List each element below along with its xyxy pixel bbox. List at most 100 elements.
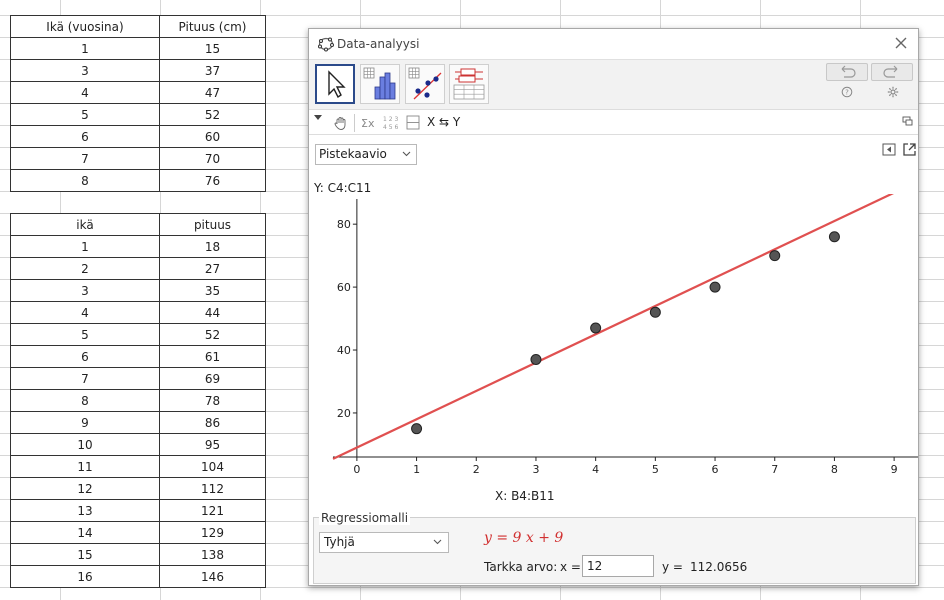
data-point [709, 281, 721, 293]
table1-cell[interactable]: 1 [10, 37, 160, 60]
detach-view-icon[interactable] [902, 116, 913, 126]
table2-cell[interactable]: 86 [159, 411, 266, 434]
table2-cell[interactable]: 78 [159, 389, 266, 412]
table2-cell[interactable]: 15 [10, 543, 160, 566]
split-view-icon[interactable] [406, 115, 420, 131]
redo-button[interactable] [871, 63, 913, 81]
swap-xy-button[interactable]: X ⇆ Y [427, 115, 460, 129]
table2-cell[interactable]: 10 [10, 433, 160, 456]
move-tool-button[interactable] [315, 64, 355, 104]
table1-cell[interactable]: 52 [159, 103, 266, 126]
table2-cell[interactable]: 138 [159, 543, 266, 566]
table2-cell[interactable]: 95 [159, 433, 266, 456]
table1-cell[interactable]: 8 [10, 169, 160, 192]
y-tick-label: 80 [337, 218, 351, 231]
table-row: 11 104 [10, 455, 266, 478]
table2-cell[interactable]: 3 [10, 279, 160, 302]
gear-icon[interactable] [887, 86, 899, 98]
regression-model-select[interactable]: Tyhjä [319, 532, 449, 553]
regression-title: Regressiomalli [319, 511, 411, 525]
table2-cell[interactable]: 6 [10, 345, 160, 368]
x-tick-label: 2 [473, 463, 480, 476]
undo-button[interactable] [826, 63, 868, 81]
x-tick-label: 3 [532, 463, 539, 476]
table-row: 2 27 [10, 257, 266, 280]
table2-cell[interactable]: 44 [159, 301, 266, 324]
table-row: 6 61 [10, 345, 266, 368]
table1-cell[interactable]: 70 [159, 147, 266, 170]
table2-header-cell[interactable]: ikä [10, 213, 160, 236]
table2-cell[interactable]: 13 [10, 499, 160, 522]
boxplot-table-icon [453, 68, 485, 100]
table2-cell[interactable]: 7 [10, 367, 160, 390]
plot-type-select[interactable]: Pistekaavio [315, 144, 417, 165]
y-value-output: 112.0656 [690, 560, 748, 574]
one-variable-analysis-button[interactable] [360, 64, 400, 104]
table-row: 9 86 [10, 411, 266, 434]
table2-cell[interactable]: 14 [10, 521, 160, 544]
scatter-plot[interactable]: 0 1 2 3 4 5 6 7 8 9 20 40 60 80 [309, 194, 920, 494]
x-value-input[interactable]: 12 [582, 555, 654, 577]
data-point [649, 306, 661, 318]
dialog-titlebar[interactable]: Data-analyysi [309, 29, 918, 59]
x-tick-label: 1 [413, 463, 420, 476]
table1-cell[interactable]: 3 [10, 59, 160, 82]
help-icon[interactable]: ? [841, 86, 853, 98]
table-row: 6 60 [10, 125, 266, 148]
table-row: 3 35 [10, 279, 266, 302]
chevron-down-icon [402, 151, 411, 157]
table2-cell[interactable]: 8 [10, 389, 160, 412]
table1-cell[interactable]: 60 [159, 125, 266, 148]
geogebra-logo-icon [318, 37, 334, 52]
table2-cell[interactable]: 112 [159, 477, 266, 500]
table2-cell[interactable]: 69 [159, 367, 266, 390]
table2-cell[interactable]: 4 [10, 301, 160, 324]
table2-cell[interactable]: 52 [159, 323, 266, 346]
table2-cell[interactable]: 146 [159, 565, 266, 588]
table1-cell[interactable]: 15 [159, 37, 266, 60]
x-tick-label: 9 [891, 463, 898, 476]
table2-cell[interactable]: 18 [159, 235, 266, 258]
table-row: 8 76 [10, 169, 266, 192]
data-grid-icon[interactable]: 1 2 3 4 5 6 [382, 114, 400, 132]
multi-variable-analysis-button[interactable] [449, 64, 489, 104]
export-icon[interactable] [902, 142, 917, 157]
scatter-regression-icon [408, 67, 442, 100]
statistics-sigma-icon[interactable]: Σx [361, 115, 379, 131]
triangle-down-icon[interactable] [313, 114, 323, 122]
table2-cell[interactable]: 129 [159, 521, 266, 544]
data-table-2: ikä pituus 1 18 2 27 3 35 4 44 5 52 6 61 7 69 8 78 9 86 10 95… [10, 213, 266, 588]
collapse-panel-icon[interactable] [882, 143, 896, 156]
redo-icon [883, 65, 898, 78]
table1-cell[interactable]: 37 [159, 59, 266, 82]
table1-cell[interactable]: 76 [159, 169, 266, 192]
table2-cell[interactable]: 35 [159, 279, 266, 302]
table1-header-cell[interactable]: Ikä (vuosina) [10, 15, 160, 38]
table1-cell[interactable]: 4 [10, 81, 160, 104]
table2-cell[interactable]: 2 [10, 257, 160, 280]
table2-cell[interactable]: 9 [10, 411, 160, 434]
drag-hand-icon[interactable] [333, 115, 349, 131]
table1-cell[interactable]: 47 [159, 81, 266, 104]
table1-header-cell[interactable]: Pituus (cm) [159, 15, 266, 38]
x-tick-label: 0 [353, 463, 360, 476]
table2-cell[interactable]: 5 [10, 323, 160, 346]
table2-cell[interactable]: 12 [10, 477, 160, 500]
table2-cell[interactable]: 27 [159, 257, 266, 280]
table2-cell[interactable]: 61 [159, 345, 266, 368]
close-icon[interactable] [892, 34, 910, 52]
plot-options-bar: Pistekaavio [309, 135, 918, 171]
table2-cell[interactable]: 104 [159, 455, 266, 478]
table1-cell[interactable]: 6 [10, 125, 160, 148]
x-source-label: X: B4:B11 [495, 489, 555, 503]
table2-cell[interactable]: 16 [10, 565, 160, 588]
table2-header-cell[interactable]: pituus [159, 213, 266, 236]
two-variable-regression-button[interactable] [405, 64, 445, 104]
data-point [769, 250, 781, 262]
table2-cell[interactable]: 1 [10, 235, 160, 258]
table-row: 4 44 [10, 301, 266, 324]
table2-cell[interactable]: 11 [10, 455, 160, 478]
table2-cell[interactable]: 121 [159, 499, 266, 522]
table1-cell[interactable]: 7 [10, 147, 160, 170]
table1-cell[interactable]: 5 [10, 103, 160, 126]
